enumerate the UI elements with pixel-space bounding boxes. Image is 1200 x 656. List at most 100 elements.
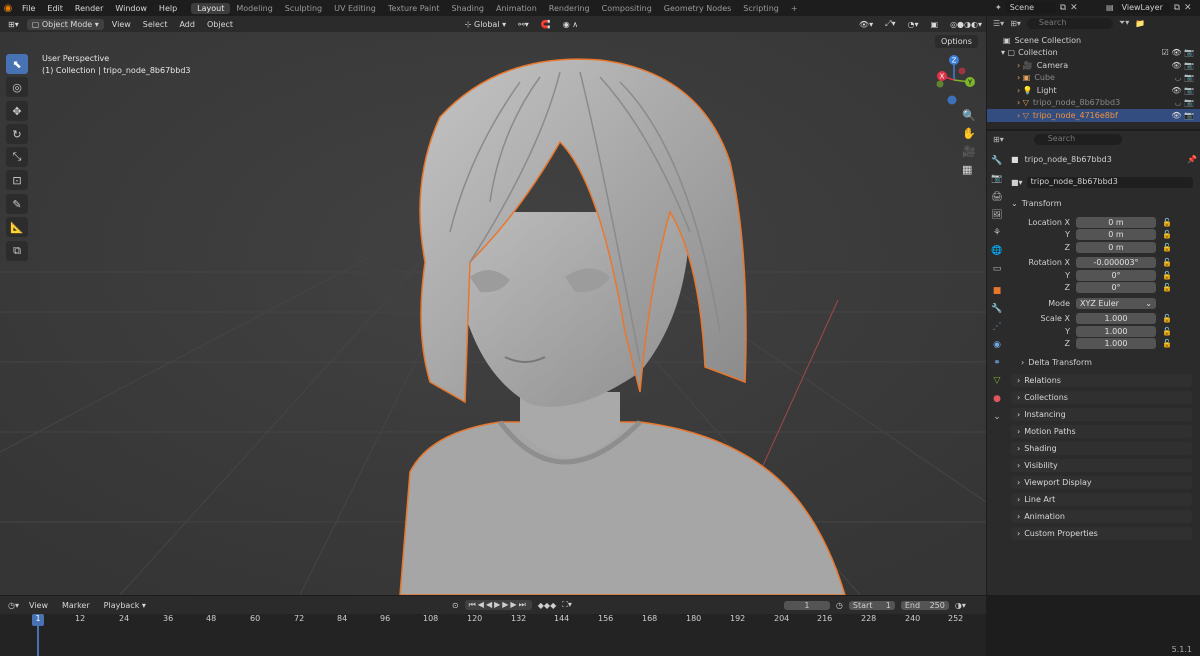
rotation-x-lock-icon[interactable]: 🔓 [1162,258,1172,267]
object-tab-icon[interactable]: ■ [989,283,1005,299]
timeline-menu-marker[interactable]: Marker [58,601,94,610]
vp-menu-object[interactable]: Object [203,20,237,29]
collection-visibility-icons[interactable]: ☑ 👁 📷 [1162,48,1194,57]
outliner-search-input[interactable]: Search [1026,17,1113,29]
pivot-icon[interactable]: ⚯▾ [514,20,533,29]
vp-menu-select[interactable]: Select [139,20,172,29]
tripo-8b67-eye-icon[interactable]: ◡ 📷 [1175,98,1194,107]
location-x-field[interactable]: 0 m [1076,216,1156,228]
current-frame-field[interactable]: 1 [783,600,830,610]
scale-x-field[interactable]: 1.000 [1076,313,1156,325]
delta-transform-header[interactable]: › Delta Transform [1011,356,1193,369]
vp-menu-view[interactable]: View [108,20,135,29]
location-x-lock-icon[interactable]: 🔓 [1162,218,1172,227]
props-editor-icon[interactable]: ⊞▾ [993,135,1004,144]
menu-file[interactable]: File [16,4,41,13]
close-viewlayer-icon[interactable]: ✕ [1184,3,1192,13]
mode-dropdown[interactable]: ▢ Object Mode ▾ [26,18,104,30]
zoom-icon[interactable]: 🔍 [962,109,976,122]
scene-tab-icon[interactable]: ⚘ [989,225,1005,241]
copy-viewlayer-icon[interactable]: ⧉ [1174,3,1180,13]
transform-header[interactable]: ⌄ Transform [1011,197,1193,210]
tripo-4716-eye-icon[interactable]: 👁 📷 [1171,111,1194,120]
annotate-tool-icon[interactable]: ✎ [6,194,28,214]
playback-controls[interactable]: ⏮◀◀▶▶▶⏭ [464,600,532,610]
gizmo-toggle-icon[interactable]: ⤢▾ [881,19,899,29]
rotation-x-field[interactable]: -0.000003° [1076,257,1156,269]
viewport-display-panel[interactable]: › Viewport Display [1011,476,1192,489]
instancing-panel[interactable]: › Instancing [1011,408,1192,421]
relations-panel[interactable]: › Relations [1011,374,1192,387]
scene-collection-label[interactable]: Scene Collection [1015,36,1082,45]
menu-window[interactable]: Window [109,4,153,13]
scene-name[interactable]: Scene [1005,2,1056,13]
new-collection-icon[interactable]: 📁 [1135,19,1145,28]
scale-x-lock-icon[interactable]: 🔓 [1162,314,1172,323]
custom-properties-panel[interactable]: › Custom Properties [1011,527,1192,540]
constraints-tab-icon[interactable]: ⚭ [989,355,1005,371]
light-eye-icon[interactable]: 👁 📷 [1171,86,1194,95]
keyframe-icons[interactable]: ◆◆◆ [538,601,556,610]
collection-tab-icon[interactable]: ▭ [989,261,1005,277]
tool-tab-icon[interactable]: 🔧 [989,153,1005,169]
menu-help[interactable]: Help [153,4,183,13]
scale-tool-icon[interactable]: ⤡ [6,147,28,167]
rotation-z-lock-icon[interactable]: 🔓 [1162,283,1172,292]
proportional-edit-icon[interactable]: ◉ ∧ [559,20,582,29]
start-frame-field[interactable]: Start 1 [848,600,895,610]
scene-selector[interactable]: ✦ Scene ⧉ ✕ [995,2,1078,13]
timeline-menu-view[interactable]: View [25,601,52,610]
timeline-menu-playback[interactable]: Playback ▾ [100,601,150,610]
collection-row[interactable]: ▾ ▢ Collection ☑ 👁 📷 [987,47,1200,60]
tab-modeling[interactable]: Modeling [230,3,278,14]
outliner-item-camera[interactable]: › 🎥 Camera 👁 📷 [987,59,1200,72]
timeline-track[interactable]: 1 12 24 36 48 60 72 84 96 108 120 132 14… [0,614,986,656]
timeline-editor-icon[interactable]: ◷▾ [8,601,19,610]
move-tool-icon[interactable]: ✥ [6,101,28,121]
rotation-z-field[interactable]: 0° [1076,282,1156,294]
visibility-icon[interactable]: 👁▾ [855,20,877,29]
rotation-y-field[interactable]: 0° [1076,269,1156,281]
motion-paths-panel[interactable]: › Motion Paths [1011,425,1192,438]
scale-z-field[interactable]: 1.000 [1076,338,1156,350]
select-tool-icon[interactable]: ⬉ [6,54,28,74]
tab-texture-paint[interactable]: Texture Paint [382,3,446,14]
outliner-item-tripo-8b67[interactable]: › ▽ tripo_node_8b67bbd3 ◡ 📷 [987,97,1200,110]
tab-shading[interactable]: Shading [445,3,490,14]
vp-menu-add[interactable]: Add [175,20,199,29]
tab-rendering[interactable]: Rendering [543,3,596,14]
scale-z-lock-icon[interactable]: 🔓 [1162,339,1172,348]
output-tab-icon[interactable]: 🖨 [989,189,1005,205]
location-z-field[interactable]: 0 m [1076,241,1156,253]
transform-tool-icon[interactable]: ⊡ [6,170,28,190]
gizmo-neg-y[interactable] [936,80,944,88]
menu-render[interactable]: Render [69,4,109,13]
add-cube-tool-icon[interactable]: ⧉ [6,241,28,261]
tab-scripting[interactable]: Scripting [737,3,785,14]
outliner-editor-icon[interactable]: ☰▾ [993,19,1004,28]
animation-panel[interactable]: › Animation [1011,510,1192,523]
location-y-field[interactable]: 0 m [1076,229,1156,241]
viewlayer-name[interactable]: ViewLayer [1117,2,1170,13]
outliner-filter-icon[interactable]: ⏷▾ [1119,18,1129,28]
editor-type-icon[interactable]: ⊞▾ [4,20,23,29]
scale-y-lock-icon[interactable]: 🔓 [1162,327,1172,336]
record-icon[interactable]: ⊙ [452,601,459,610]
timeline-view-icon[interactable]: ◑▾ [955,601,966,610]
add-workspace-icon[interactable]: + [785,3,804,14]
particles-tab-icon[interactable]: ⋰ [989,319,1005,335]
playhead[interactable]: 1 [32,614,44,626]
cursor-tool-icon[interactable]: ◎ [6,77,28,97]
close-scene-icon[interactable]: ✕ [1070,3,1078,13]
render-tab-icon[interactable]: 📷 [989,171,1005,187]
cube-eye-icon[interactable]: ◡ 📷 [1175,73,1194,82]
rotation-mode-dropdown[interactable]: XYZ Euler ⌄ [1076,297,1156,309]
location-z-lock-icon[interactable]: 🔓 [1162,243,1172,252]
menu-edit[interactable]: Edit [41,4,69,13]
end-frame-field[interactable]: End 250 [900,600,949,610]
keying-set-icon[interactable]: ⛶▾ [562,600,572,610]
orientation-dropdown[interactable]: ⊹ Global ▾ [461,20,510,29]
props-search-input[interactable]: Search [1033,133,1122,145]
rotate-tool-icon[interactable]: ↻ [6,124,28,144]
copy-scene-icon[interactable]: ⧉ [1060,3,1066,13]
